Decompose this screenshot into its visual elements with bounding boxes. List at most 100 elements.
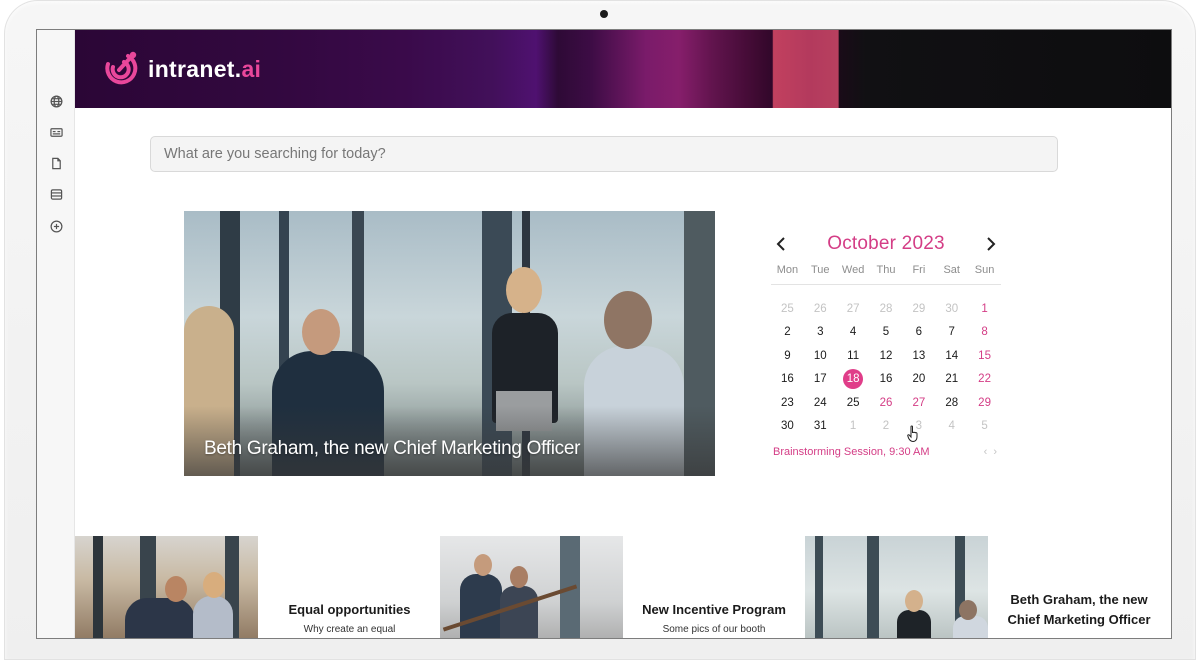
calendar-day[interactable]: 16 <box>870 368 903 392</box>
logo[interactable]: intranet.ai <box>100 50 261 88</box>
calendar-day-number: 28 <box>945 396 959 409</box>
calendar-day[interactable]: 17 <box>804 368 837 392</box>
calendar-prev-button[interactable] <box>773 234 789 254</box>
calendar-day-number: 25 <box>846 396 860 409</box>
calendar-day[interactable]: 9 <box>771 344 804 368</box>
calendar-day-today[interactable]: 18 <box>837 368 870 392</box>
calendar-day-number: 2 <box>882 420 890 433</box>
calendar-day-number: 17 <box>813 373 827 386</box>
laptop-frame: intranet.ai Beth Graham, the new Chief M… <box>4 0 1196 660</box>
calendar-day[interactable]: 5 <box>968 415 1001 439</box>
news-card-image[interactable] <box>805 536 988 638</box>
sidebar-item-documents[interactable] <box>49 156 63 170</box>
calendar-day-number: 12 <box>879 349 893 362</box>
calendar-day-number: 15 <box>978 349 991 362</box>
calendar-day[interactable]: 4 <box>837 321 870 345</box>
calendar-day[interactable]: 11 <box>837 344 870 368</box>
calendar-day-number: 29 <box>912 302 926 315</box>
news-card-title[interactable]: New Incentive Program <box>639 600 789 620</box>
calendar-day[interactable]: 25 <box>771 297 804 321</box>
hero-news-image[interactable]: Beth Graham, the new Chief Marketing Off… <box>184 211 715 476</box>
calendar-day[interactable]: 5 <box>870 321 903 345</box>
calendar-day[interactable]: 26 <box>870 391 903 415</box>
calendar-day-number: 26 <box>813 302 827 315</box>
calendar-day[interactable]: 29 <box>902 297 935 321</box>
calendar-day-number: 27 <box>846 302 860 315</box>
calendar-day-number: 7 <box>948 326 955 339</box>
calendar-day[interactable]: 27 <box>837 297 870 321</box>
news-card-title[interactable]: Equal opportunities <box>277 600 422 620</box>
person-head <box>165 576 187 602</box>
calendar-day[interactable]: 4 <box>935 415 968 439</box>
calendar-day[interactable]: 30 <box>771 415 804 439</box>
person-silhouette <box>125 598 195 638</box>
calendar-day[interactable]: 15 <box>968 344 1001 368</box>
calendar-day-number: 16 <box>781 373 794 386</box>
person-silhouette <box>460 574 502 638</box>
calendar-day[interactable]: 29 <box>968 391 1001 415</box>
calendar-day[interactable]: 26 <box>804 297 837 321</box>
calendar-day[interactable]: 13 <box>902 344 935 368</box>
calendar-day-number: 16 <box>879 373 893 386</box>
calendar-day[interactable]: 31 <box>804 415 837 439</box>
calendar-day[interactable]: 1 <box>968 297 1001 321</box>
calendar-day[interactable]: 1 <box>837 415 870 439</box>
calendar-day[interactable]: 28 <box>870 297 903 321</box>
camera-dot <box>600 10 608 18</box>
news-card-title[interactable]: Beth Graham, the new Chief Marketing Off… <box>999 590 1159 630</box>
calendar-day-number: 1 <box>981 302 988 315</box>
person-head <box>510 566 528 588</box>
brand-name-main: intranet. <box>148 55 242 82</box>
news-card-image[interactable] <box>75 536 258 638</box>
calendar-day[interactable]: 23 <box>771 391 804 415</box>
id-card-icon <box>49 127 63 137</box>
sidebar-item-add[interactable] <box>49 219 63 233</box>
calendar-day[interactable]: 28 <box>935 391 968 415</box>
calendar-day[interactable]: 27 <box>902 391 935 415</box>
event-next-button[interactable]: › <box>993 446 997 458</box>
calendar-day[interactable]: 24 <box>804 391 837 415</box>
database-icon <box>50 188 62 200</box>
calendar-day-number: 1 <box>849 420 857 433</box>
calendar-day-number: 31 <box>813 420 827 433</box>
calendar-day[interactable]: 21 <box>935 368 968 392</box>
calendar-day[interactable]: 2 <box>771 321 804 345</box>
calendar-day-number: 20 <box>912 373 926 386</box>
news-card-image[interactable] <box>440 536 623 638</box>
calendar-day[interactable]: 12 <box>870 344 903 368</box>
calendar-day-number: 5 <box>981 420 988 433</box>
calendar-day[interactable]: 30 <box>935 297 968 321</box>
calendar-day-number: 11 <box>847 349 860 362</box>
calendar-day-number: 10 <box>813 349 827 362</box>
calendar-day[interactable]: 8 <box>968 321 1001 345</box>
person-head <box>302 309 340 355</box>
calendar-day[interactable]: 14 <box>935 344 968 368</box>
calendar-day[interactable]: 7 <box>935 321 968 345</box>
calendar-day[interactable]: 3 <box>804 321 837 345</box>
calendar-month-title: October 2023 <box>827 233 945 254</box>
calendar-day[interactable]: 16 <box>771 368 804 392</box>
calendar-day-number: 5 <box>882 326 890 339</box>
calendar-header: October 2023 <box>771 229 1001 259</box>
calendar-event-link[interactable]: Brainstorming Session, 9:30 AM <box>773 446 930 458</box>
weekday-label: Wed <box>841 264 865 276</box>
calendar-day[interactable]: 22 <box>968 368 1001 392</box>
calendar-day-number: 18 <box>843 369 864 390</box>
calendar-next-button[interactable] <box>983 234 999 254</box>
calendar-day-number: 8 <box>981 326 988 339</box>
sidebar-item-data[interactable] <box>49 187 63 201</box>
sidebar-item-directory[interactable] <box>49 125 63 139</box>
search-input[interactable] <box>150 136 1058 172</box>
hero-caption[interactable]: Beth Graham, the new Chief Marketing Off… <box>204 438 580 460</box>
calendar-day[interactable]: 10 <box>804 344 837 368</box>
calendar-day[interactable]: 20 <box>902 368 935 392</box>
event-prev-button[interactable]: ‹ <box>984 446 988 458</box>
sidebar-item-web[interactable] <box>49 94 63 108</box>
calendar-day[interactable]: 25 <box>837 391 870 415</box>
person-head <box>604 291 652 349</box>
calendar-day-number: 14 <box>945 349 959 362</box>
add-circle-icon <box>50 220 62 232</box>
calendar-day[interactable]: 2 <box>870 415 903 439</box>
calendar-day[interactable]: 6 <box>902 321 935 345</box>
calendar-weekdays: Mon Tue Wed Thu Fri Sat Sun <box>771 264 1001 285</box>
